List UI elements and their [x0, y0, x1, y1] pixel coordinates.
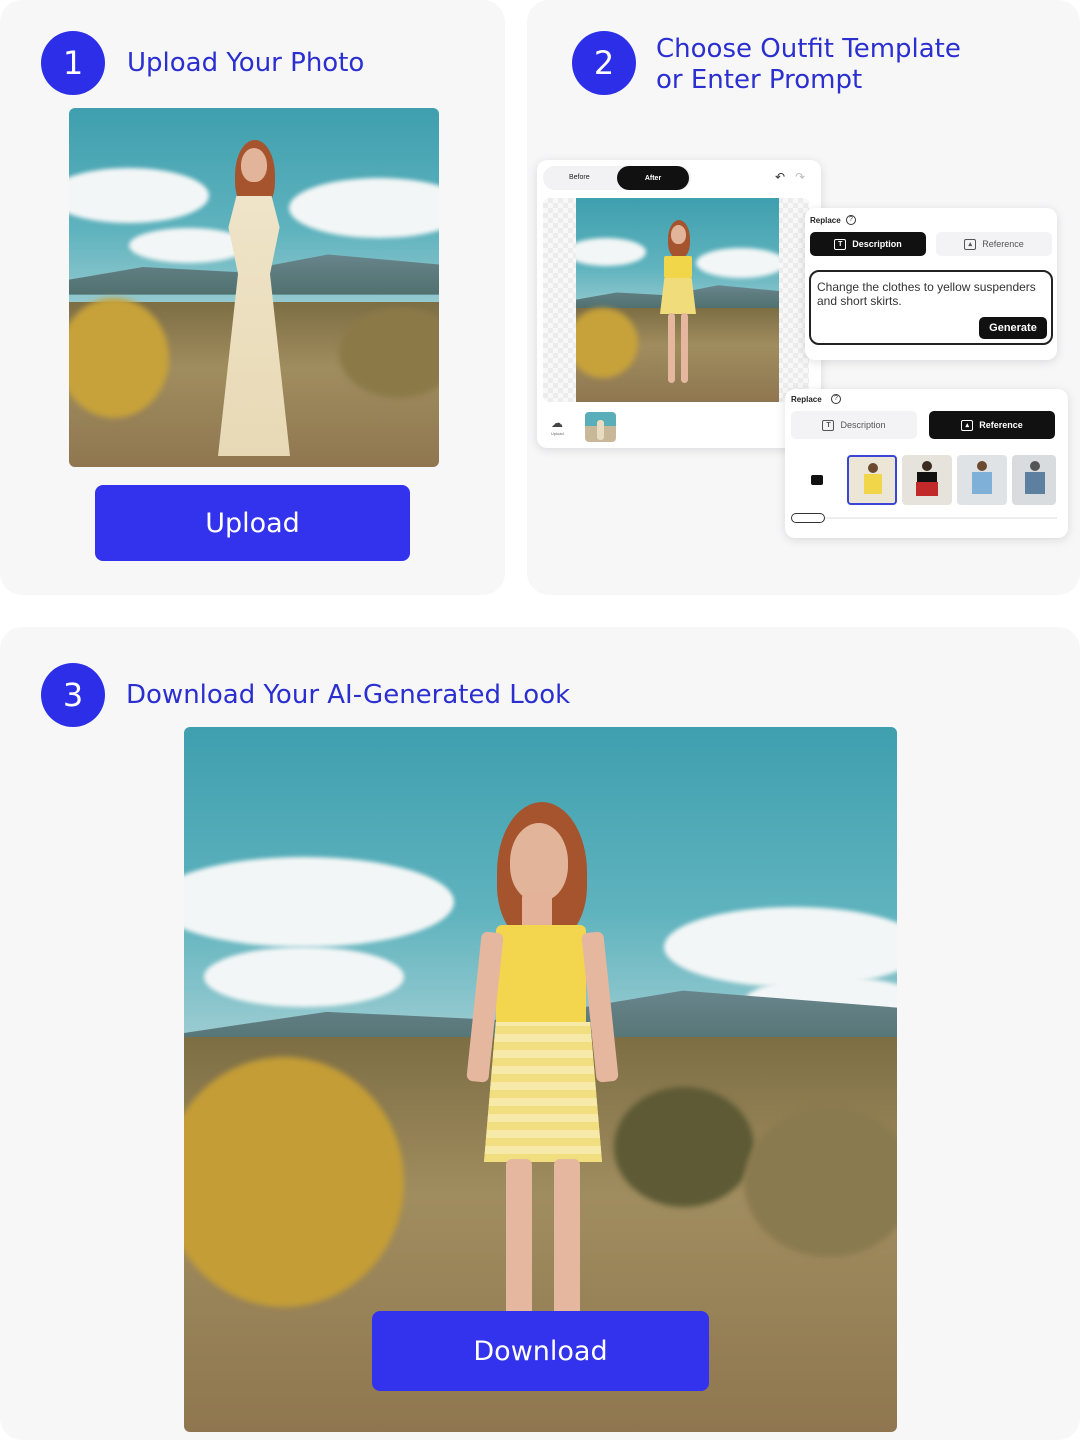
step-1-badge: 1 — [41, 31, 105, 95]
upload-mini-label: Upload — [551, 431, 564, 436]
reference-card: Replace ? T Description ▴ Reference — [785, 389, 1068, 538]
help-circle-icon[interactable]: ? — [846, 215, 856, 225]
upload-button[interactable]: Upload — [95, 485, 410, 561]
step-1-title: Upload Your Photo — [127, 48, 365, 78]
image-icon[interactable] — [811, 475, 823, 485]
outfit-template-denim[interactable] — [1012, 455, 1056, 505]
description-tab-2[interactable]: T Description — [791, 411, 917, 439]
scrollbar-thumb[interactable] — [791, 513, 825, 523]
step-2-badge: 2 — [572, 31, 636, 95]
text-t-icon: T — [834, 238, 847, 250]
generate-button[interactable]: Generate — [979, 317, 1047, 339]
description-tab[interactable]: T Description — [810, 232, 926, 256]
replace-label: Replace — [810, 216, 841, 225]
editor-preview-card: Before After ↶ ↷ ☁ Upload — [537, 160, 821, 448]
description-tab-label: Description — [852, 239, 902, 249]
reference-tab-2[interactable]: ▴ Reference — [929, 411, 1055, 439]
prompt-text: Change the clothes to yellow suspenders … — [817, 280, 1036, 308]
before-toggle-option[interactable]: Before — [569, 174, 590, 181]
step-3-title: Download Your AI-Generated Look — [126, 680, 571, 710]
generated-preview-image — [576, 198, 779, 402]
original-photo — [69, 108, 439, 467]
after-toggle-option[interactable]: After — [617, 166, 689, 190]
description-card: Replace ? T Description ▴ Reference Chan… — [805, 208, 1057, 360]
image-add-icon: ▴ — [964, 238, 977, 250]
step-2-title-line-2: or Enter Prompt — [656, 65, 863, 95]
step-3-badge: 3 — [41, 663, 105, 727]
replace-label-2: Replace — [791, 395, 822, 404]
uploaded-thumbnail[interactable] — [585, 412, 616, 442]
outfit-template-blue[interactable] — [957, 455, 1007, 505]
reference-tab[interactable]: ▴ Reference — [936, 232, 1052, 256]
description-tab-label-2: Description — [840, 420, 886, 430]
image-add-icon: ▴ — [961, 419, 974, 431]
step-2-title-line-1: Choose Outfit Template — [656, 34, 961, 64]
outfit-template-yellow[interactable] — [847, 455, 897, 505]
outfit-template-red[interactable] — [902, 455, 952, 505]
help-circle-icon[interactable]: ? — [831, 394, 841, 404]
step-1-panel: 1 Upload Your Photo Upload — [0, 0, 505, 595]
cloud-upload-icon[interactable]: ☁ — [551, 416, 563, 430]
scrollbar-track[interactable] — [825, 517, 1057, 519]
step-2-panel: 2 Choose Outfit Template or Enter Prompt… — [527, 0, 1080, 595]
redo-icon[interactable]: ↷ — [795, 170, 805, 184]
reference-tab-label-2: Reference — [979, 420, 1023, 430]
undo-icon[interactable]: ↶ — [775, 170, 785, 184]
text-t-icon: T — [822, 419, 835, 431]
download-button[interactable]: Download — [372, 1311, 709, 1391]
reference-tab-label: Reference — [982, 239, 1024, 249]
step-3-panel: 3 Download Your AI-Generated Look Downlo… — [0, 627, 1080, 1440]
